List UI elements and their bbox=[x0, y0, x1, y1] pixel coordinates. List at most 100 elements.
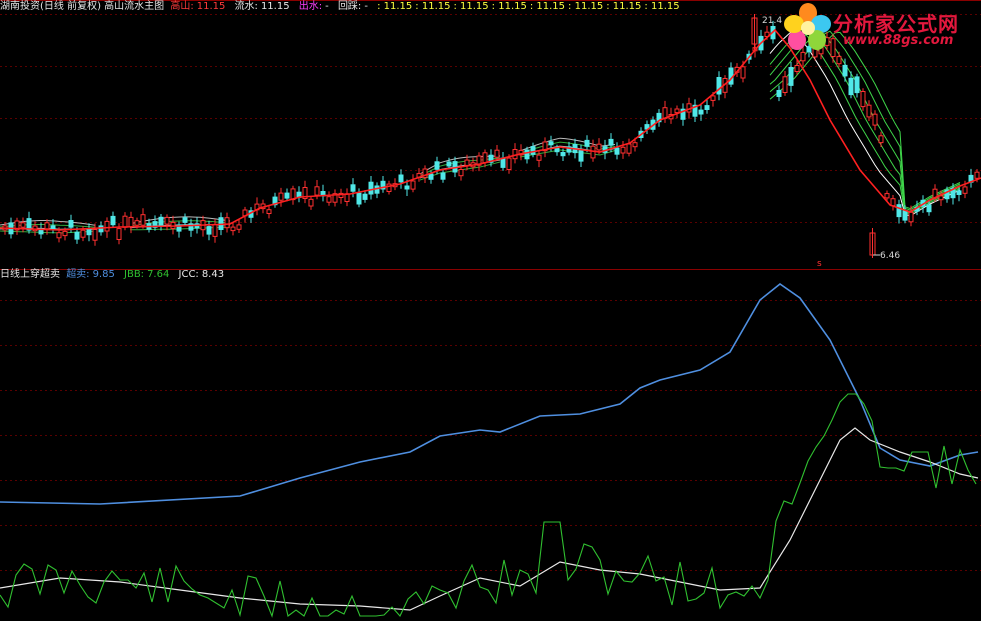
candle-body bbox=[308, 198, 314, 207]
candle-body bbox=[506, 157, 512, 171]
candle-body bbox=[848, 77, 854, 96]
candle-body bbox=[554, 148, 560, 153]
legend-label: 流水: bbox=[234, 1, 258, 12]
candle-body bbox=[740, 66, 746, 79]
candle-body bbox=[704, 105, 710, 110]
candle-body bbox=[368, 181, 374, 195]
legend-extra-value: : 11.15 bbox=[415, 1, 451, 12]
indicator-header: 日线上穿超卖 超卖: 9.85 JBB: 7.64 JCC: 8.43 bbox=[0, 268, 230, 282]
candle-body bbox=[884, 193, 890, 199]
candle-body bbox=[902, 210, 908, 221]
watermark-logo: 分析家公式网 www.88gs.com bbox=[783, 2, 979, 54]
candle-body bbox=[158, 216, 164, 227]
candle-body bbox=[674, 108, 680, 114]
main-chart-title: 湖南投资(日线 前复权) 高山流水主图 bbox=[0, 1, 165, 12]
candle-body bbox=[80, 229, 86, 238]
legend-extra-value: : 11.15 bbox=[606, 1, 642, 12]
candle-body bbox=[284, 192, 290, 199]
legend-label: 回踩: bbox=[337, 1, 362, 12]
legend-value: 9.85 bbox=[92, 269, 115, 280]
legend-extra-value: : 11.15 bbox=[644, 1, 680, 12]
candle-body bbox=[620, 146, 626, 154]
candle-body bbox=[836, 56, 842, 65]
candle-body bbox=[536, 154, 542, 161]
candle-body bbox=[908, 211, 914, 223]
candle-body bbox=[482, 152, 488, 164]
low-price-label: 6.46 bbox=[880, 251, 901, 261]
candle-body bbox=[314, 186, 320, 196]
legend-high-mountain: 高山: 11.15 bbox=[170, 1, 231, 12]
candle-body bbox=[74, 231, 80, 240]
candle-body bbox=[878, 135, 884, 144]
candle-body bbox=[116, 228, 122, 241]
candle-body bbox=[440, 172, 446, 180]
candle-body bbox=[890, 198, 896, 207]
candle-body bbox=[632, 142, 638, 148]
candle-body bbox=[494, 149, 500, 158]
candle-body bbox=[62, 230, 68, 237]
candle-body bbox=[776, 90, 782, 97]
candle-body bbox=[128, 216, 134, 228]
candle-body bbox=[86, 228, 92, 236]
candle-body bbox=[500, 157, 506, 168]
candle-body bbox=[434, 161, 440, 170]
candle-body bbox=[224, 217, 230, 229]
candle-body bbox=[56, 232, 62, 239]
candle-body bbox=[68, 220, 74, 228]
legend-label: 出水: bbox=[298, 1, 323, 12]
candle-body bbox=[104, 220, 110, 232]
candle-body bbox=[356, 192, 362, 205]
legend-jcc: JCC: 8.43 bbox=[179, 269, 228, 280]
candle-body bbox=[782, 76, 788, 94]
candle-body bbox=[578, 149, 584, 162]
candle-body bbox=[716, 77, 722, 95]
candle-body bbox=[794, 65, 800, 72]
candle-body bbox=[278, 192, 284, 201]
high-price-label: 21.4 bbox=[762, 16, 783, 26]
legend-value: 8.43 bbox=[201, 269, 225, 280]
candle-body bbox=[134, 220, 140, 226]
candle-body bbox=[956, 190, 962, 195]
candle-body bbox=[926, 204, 932, 213]
candle-body bbox=[140, 214, 146, 226]
candle-body bbox=[362, 193, 368, 200]
candle-body bbox=[698, 109, 704, 115]
candle-body bbox=[236, 224, 242, 230]
candle-body bbox=[662, 107, 668, 119]
candle-body bbox=[710, 95, 716, 101]
candle-body bbox=[206, 226, 212, 235]
candle-body bbox=[398, 174, 404, 183]
candle-body bbox=[962, 186, 968, 194]
legend-oversold: 超卖: 9.85 bbox=[66, 269, 121, 280]
candle-body bbox=[44, 222, 50, 230]
candle-body bbox=[938, 195, 944, 201]
candle-body bbox=[896, 204, 902, 218]
candle-body bbox=[872, 113, 878, 126]
candle-body bbox=[404, 185, 410, 190]
candle-body bbox=[446, 161, 452, 167]
candle-body bbox=[98, 225, 104, 233]
legend-jbb: JBB: 7.64 bbox=[124, 269, 176, 280]
chart-canvas[interactable] bbox=[0, 0, 981, 621]
candle-body bbox=[866, 104, 872, 118]
candle-body bbox=[350, 184, 356, 192]
candle-body bbox=[626, 143, 632, 154]
candle-body bbox=[524, 149, 530, 160]
legend-value: 11.15 bbox=[196, 1, 226, 12]
candle-body bbox=[122, 215, 128, 228]
candle-body bbox=[464, 159, 470, 166]
candle-body bbox=[788, 67, 794, 86]
candle-body bbox=[854, 76, 860, 94]
legend-flowing-water: 流水: 11.15 bbox=[235, 1, 296, 12]
candle-body bbox=[326, 196, 332, 203]
candle-body bbox=[842, 64, 848, 77]
legend-value: 7.64 bbox=[147, 269, 170, 280]
legend-out-water: 出水: - bbox=[298, 1, 329, 12]
candle-body bbox=[974, 171, 980, 179]
candle-body bbox=[92, 229, 98, 241]
candle-body bbox=[110, 215, 116, 226]
candle-body bbox=[560, 152, 566, 157]
legend-extra-value: : 11.15 bbox=[453, 1, 489, 12]
candle-body bbox=[182, 217, 188, 223]
candle-body bbox=[410, 180, 416, 190]
